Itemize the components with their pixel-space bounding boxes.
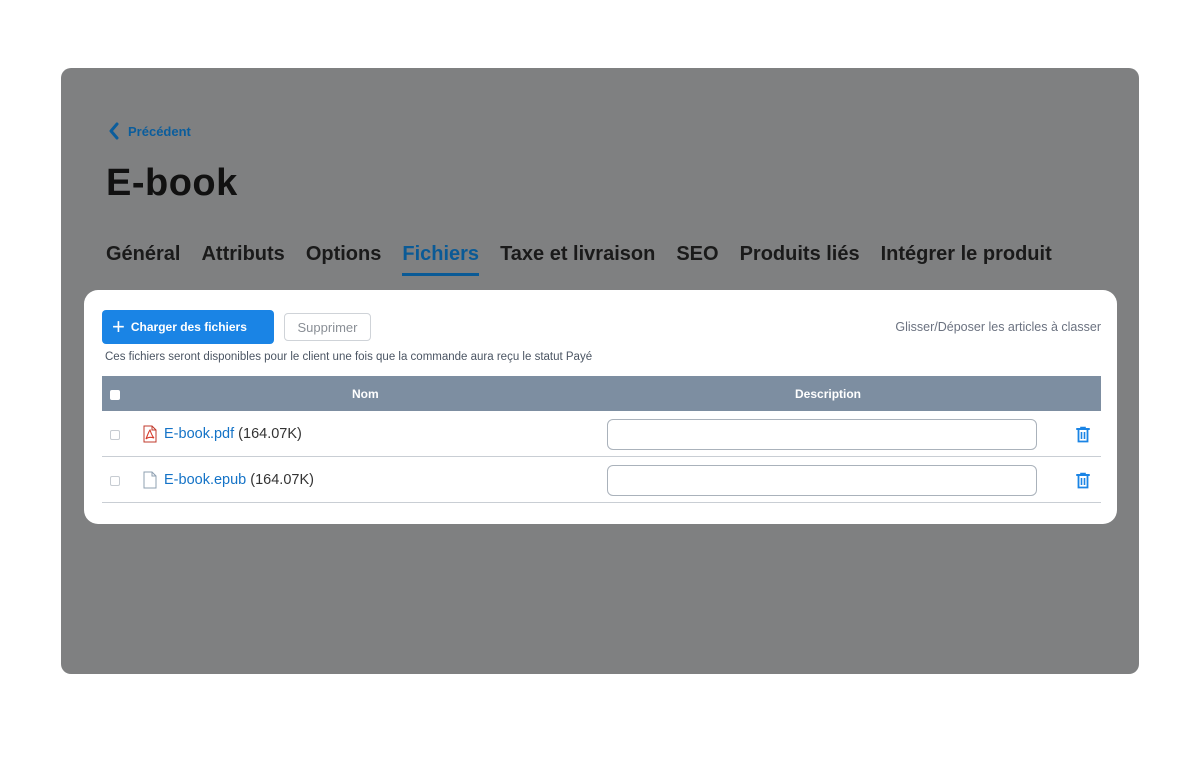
tab-files[interactable]: Fichiers [402,240,479,276]
drag-drop-hint: Glisser/Déposer les articles à classer [895,320,1101,334]
generic-file-icon [143,471,157,489]
file-link[interactable]: E-book.pdf [164,426,234,442]
files-panel: + Charger des fichiers Supprimer Glisser… [84,290,1117,524]
description-input[interactable] [607,419,1037,450]
tab-general[interactable]: Général [106,240,180,276]
trash-icon[interactable] [1076,472,1090,489]
file-size: (164.07K) [250,472,314,488]
tab-attributes[interactable]: Attributs [201,240,284,276]
delete-button[interactable]: Supprimer [284,313,371,341]
file-size: (164.07K) [238,426,302,442]
tab-bar: Général Attributs Options Fichiers Taxe … [106,240,1052,276]
tab-seo[interactable]: SEO [676,240,718,276]
back-link[interactable]: Précédent [108,122,191,140]
tab-options[interactable]: Options [306,240,382,276]
files-info-text: Ces fichiers seront disponibles pour le … [105,351,593,363]
column-header-description: Description [795,387,862,401]
description-input[interactable] [607,465,1037,496]
back-link-label: Précédent [128,123,191,139]
upload-files-button[interactable]: + Charger des fichiers [102,310,274,344]
row-checkbox[interactable] [110,476,120,486]
file-name: E-book.pdf (164.07K) [164,426,302,442]
table-row: E-book.pdf (164.07K) [102,411,1101,457]
tab-embed-product[interactable]: Intégrer le produit [881,240,1052,276]
chevron-left-icon [109,122,119,140]
file-link[interactable]: E-book.epub [164,472,246,488]
table-header: Nom Description [102,376,1101,411]
page-title: E-book [106,162,238,204]
plus-icon: + [112,314,125,339]
table-row: E-book.epub (164.07K) [102,457,1101,503]
file-name: E-book.epub (164.07K) [164,472,314,488]
select-all-checkbox[interactable] [110,390,120,400]
upload-files-label: Charger des fichiers [130,320,247,334]
column-header-name: Nom [352,387,379,401]
tab-tax-shipping[interactable]: Taxe et livraison [500,240,655,276]
trash-icon[interactable] [1076,426,1090,443]
pdf-file-icon [143,425,157,443]
row-checkbox[interactable] [110,430,120,440]
tab-related-products[interactable]: Produits liés [740,240,860,276]
